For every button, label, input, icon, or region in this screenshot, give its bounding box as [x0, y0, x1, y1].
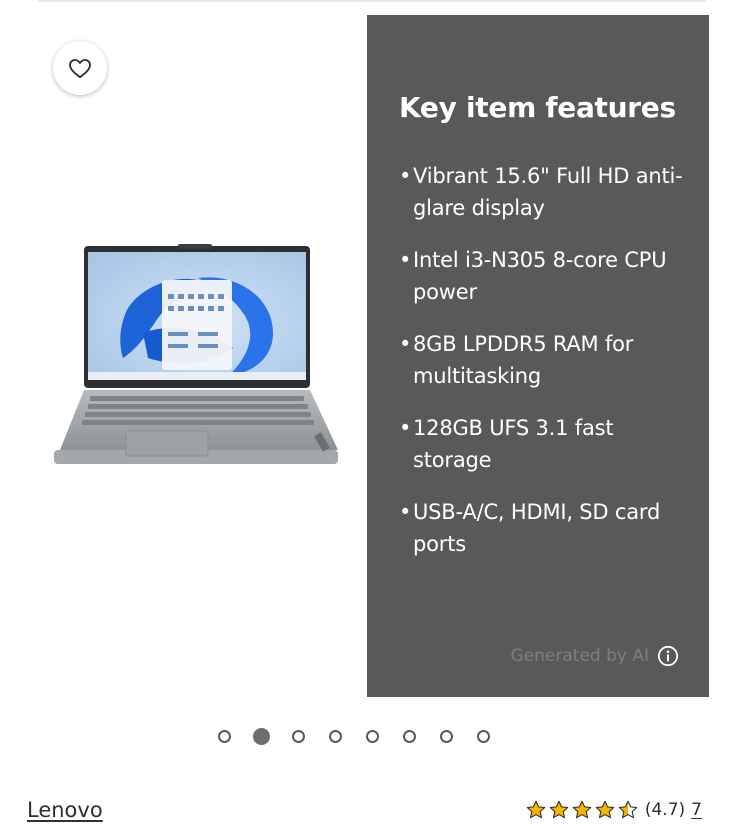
carousel-dot[interactable]: [329, 730, 342, 743]
carousel-dot-active[interactable]: [253, 728, 270, 745]
bullet-glyph: •: [399, 164, 412, 188]
carousel-dot[interactable]: [403, 730, 416, 743]
star-full-icon: [549, 800, 569, 819]
star-full-icon: [526, 800, 546, 819]
favorite-button[interactable]: [53, 41, 107, 95]
key-features-list: • Vibrant 15.6" Full HD anti-glare displa…: [399, 160, 689, 580]
carousel-dot[interactable]: [477, 730, 490, 743]
star-full-icon: [572, 800, 592, 819]
laptop-product-image[interactable]: [48, 238, 343, 470]
bullet-glyph: •: [399, 248, 412, 272]
info-icon[interactable]: [657, 645, 679, 667]
carousel-dot[interactable]: [218, 730, 231, 743]
key-features-title: Key item features: [399, 91, 676, 124]
review-count-link[interactable]: 7: [691, 800, 702, 820]
star-half-icon: [618, 800, 638, 819]
feature-item: • Vibrant 15.6" Full HD anti-glare displa…: [399, 160, 689, 224]
feature-item: • Intel i3-N305 8-core CPU power: [399, 244, 689, 308]
carousel-dot[interactable]: [440, 730, 453, 743]
key-features-panel: Key item features • Vibrant 15.6" Full HD…: [367, 15, 709, 697]
rating-stars: [525, 799, 639, 821]
feature-item: • 128GB UFS 3.1 fast storage: [399, 412, 689, 476]
bullet-glyph: •: [399, 416, 412, 440]
star-full-icon: [595, 800, 615, 819]
heart-icon: [69, 59, 91, 79]
carousel-pagination: [218, 728, 490, 748]
ai-note-label: Generated by AI: [510, 646, 650, 666]
top-divider: [38, 0, 706, 2]
carousel-dot[interactable]: [366, 730, 379, 743]
ai-generated-note: Generated by AI: [511, 645, 680, 667]
rating-summary[interactable]: (4.7) 7: [525, 799, 702, 821]
bullet-glyph: •: [399, 500, 412, 524]
carousel-dot[interactable]: [292, 730, 305, 743]
feature-item: • USB-A/C, HDMI, SD card ports: [399, 496, 689, 560]
bullet-glyph: •: [399, 332, 412, 356]
brand-link[interactable]: Lenovo: [27, 798, 103, 822]
rating-value: (4.7): [644, 800, 686, 820]
feature-item: • 8GB LPDDR5 RAM for multitasking: [399, 328, 689, 392]
